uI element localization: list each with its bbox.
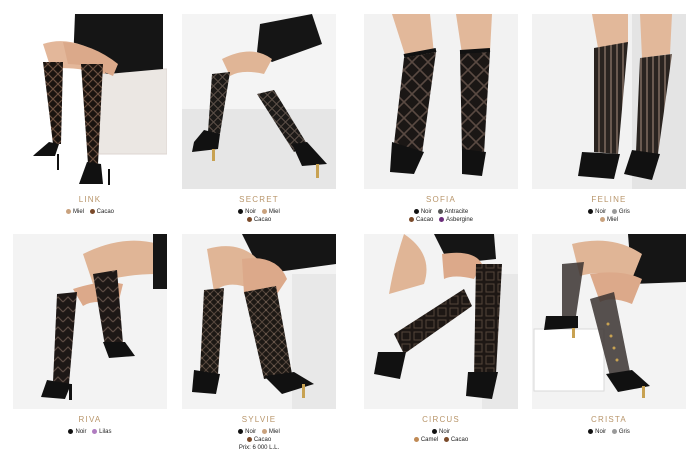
color-swatch: Noir [68,428,87,436]
color-swatch: Cacao [408,216,433,224]
color-swatch: Gris [611,428,630,436]
product-name: SYLVIE [241,415,277,424]
product-name: FELINE [591,195,627,204]
color-options: Noir Miel Cacao [182,208,336,224]
product-photo [532,234,686,409]
product-photo [364,14,518,189]
product-photo [182,14,336,189]
color-options: Miel Cacao [13,208,167,216]
color-swatch: Lilas [92,428,112,436]
color-swatch: Noir [431,428,450,436]
product-name: CRISTA [591,415,627,424]
color-options: Noir Gris [532,428,686,436]
color-options: Noir Miel Cacao Prix: 6 000 L.L. [182,428,336,452]
color-options: Noir Camel Cacao [364,428,518,444]
product-photo [532,14,686,189]
color-options: Noir Lilas [13,428,167,436]
product-name: SOFIA [425,195,456,204]
color-swatch: Antracite [437,208,468,216]
color-swatch: Miel [261,208,280,216]
product-name: CIRCUS [422,415,460,424]
color-options: Noir Antracite Cacao Asbergine [364,208,518,224]
color-swatch: Noir [238,428,256,436]
product-photo [182,234,336,409]
product-photo [364,234,518,409]
color-swatch: Cacao [443,436,468,444]
product-name: LINK [78,195,102,204]
color-swatch: Cacao [89,208,114,216]
color-swatch: Miel [599,216,618,224]
product-photo [13,234,167,409]
color-options: Noir Gris Miel [532,208,686,224]
product-name: RIVA [78,415,102,424]
product-photo [13,14,167,189]
color-swatch: Camel [413,436,438,444]
color-swatch: Noir [238,208,256,216]
price-label: Prix: 6 000 L.L. [238,445,280,451]
catalog-page: LINK Miel Cacao SECRET Noir Miel Cacao S… [0,0,700,459]
color-swatch: Noir [588,208,606,216]
color-swatch: Miel [65,208,84,216]
color-swatch: Miel [261,428,280,436]
color-swatch: Asbergine [438,216,473,224]
color-swatch: Cacao [246,216,271,224]
color-swatch: Noir [413,208,432,216]
color-swatch: Cacao [246,436,271,444]
product-name: SECRET [239,195,279,204]
color-swatch: Noir [588,428,606,436]
color-swatch: Gris [611,208,630,216]
